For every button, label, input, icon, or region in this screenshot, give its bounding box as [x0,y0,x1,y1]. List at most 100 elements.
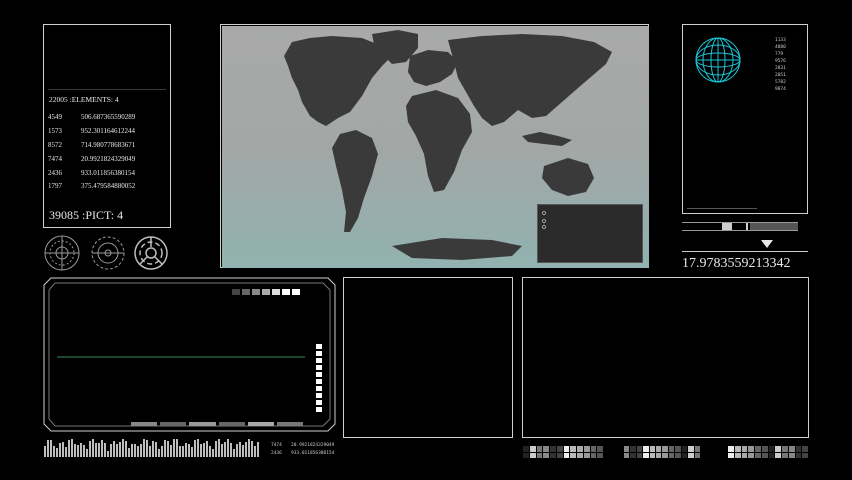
scope-frame [43,277,336,432]
south-america-shape [332,130,378,232]
map-inset-panel[interactable] [537,204,643,263]
pixel-cell [688,446,694,452]
pixel-cell [597,452,603,458]
slider-track-fill [750,223,798,230]
waveform-bar [179,445,181,457]
waveform-bar [95,442,97,457]
north-america-shape [284,36,392,126]
numeric-readout: 17.9783559213342 [682,256,791,271]
progress-slider[interactable] [682,222,798,231]
pixel-strip-left [523,446,603,458]
scanner-radar-icon [134,236,168,270]
pixel-cell [782,446,788,452]
pixel-cell [570,446,576,452]
pixel-cell [656,452,662,458]
pixel-cell [630,452,636,458]
waveform-bar [185,443,187,457]
waveform-bar [173,439,175,457]
waveform-bar [152,440,154,457]
globe-number: 1133 [775,38,786,43]
europe-shape [408,50,458,86]
pixel-strip-middle [624,446,700,458]
pixel-cell [529,452,536,458]
pixel-cell [694,446,700,452]
waveform-bar [176,439,178,457]
waveform-bar [164,440,166,457]
pixel-cell [662,452,668,458]
waveform-bar [215,441,217,457]
waveform-bar [209,446,211,457]
waveform-bar [146,440,148,457]
waveform-bar [167,441,169,457]
pixel-cell [748,446,754,452]
pixel-cell [675,452,681,458]
pixel-cell [734,446,741,452]
pixel-cell [624,446,630,452]
waveform-bar [125,441,127,457]
down-arrow-icon [761,240,773,248]
waveform-bar [212,449,214,457]
waveform-bar [134,443,136,457]
waveform-bar [230,443,232,457]
pixel-cell [662,446,668,452]
slider-thumb[interactable] [722,223,732,230]
pixel-cell [802,452,808,458]
globe-number: 2051 [775,73,786,78]
pixel-cell [681,452,688,458]
pixel-cell [775,452,781,458]
pixel-cell [768,452,775,458]
asia-shape [448,34,612,126]
waveform-bar [107,451,109,457]
waveform-bar [47,440,49,457]
globe-number: 9576 [775,59,786,64]
pixel-cell [795,446,802,452]
pixel-cell [748,452,754,458]
pixel-cell [728,452,734,458]
waveform-bar [62,442,64,457]
waveform-bar [122,439,124,457]
scope-scale [131,422,304,426]
waveform-bar [248,439,250,457]
pixel-cell [761,446,768,452]
center-display-panel[interactable] [343,277,513,438]
pixel-cell [694,452,700,458]
waveform-bar [149,445,151,457]
waveform-bar [203,443,205,457]
pixel-cell [529,446,536,452]
pixel-cell [681,446,688,452]
pixel-cell [543,452,549,458]
waveform-bar [200,443,202,457]
globe-number: 2831 [775,66,786,71]
pixel-cell [590,446,597,452]
pixel-cell [775,446,781,452]
waveform-bar [128,447,130,457]
waveform-bar [101,439,103,457]
waveform-bar [56,447,58,457]
globe-footer-line [687,208,757,209]
waveform-bar [89,441,91,457]
waveform-bar [44,446,46,457]
waveform-bar [137,446,139,457]
waveform-bar [239,441,241,457]
waveform-bar [86,449,88,457]
globe-panel: 1133 4880 779 9576 2831 2051 5782 9874 [682,24,808,214]
pixel-cell [802,446,808,452]
world-map-panel[interactable] [220,24,649,268]
waveform-bar [194,439,196,457]
pixel-strip-right [728,446,808,458]
waveform-bar [113,440,115,457]
pixel-cell [556,446,563,452]
waveform-bar [257,442,259,457]
crosshair-radar-icon [44,235,80,271]
globe-number: 5782 [775,80,786,85]
waveform-bar [191,446,193,457]
waveform-bar [74,443,76,457]
globe-number: 4880 [775,45,786,50]
pixel-cell [590,452,597,458]
pixel-cell [523,452,529,458]
pixel-cell [636,446,643,452]
pict-footer: 39085 :PICT: 4 [49,208,124,222]
waveform-bar [68,439,70,457]
pixel-cell [550,446,556,452]
right-display-panel[interactable] [522,277,809,438]
